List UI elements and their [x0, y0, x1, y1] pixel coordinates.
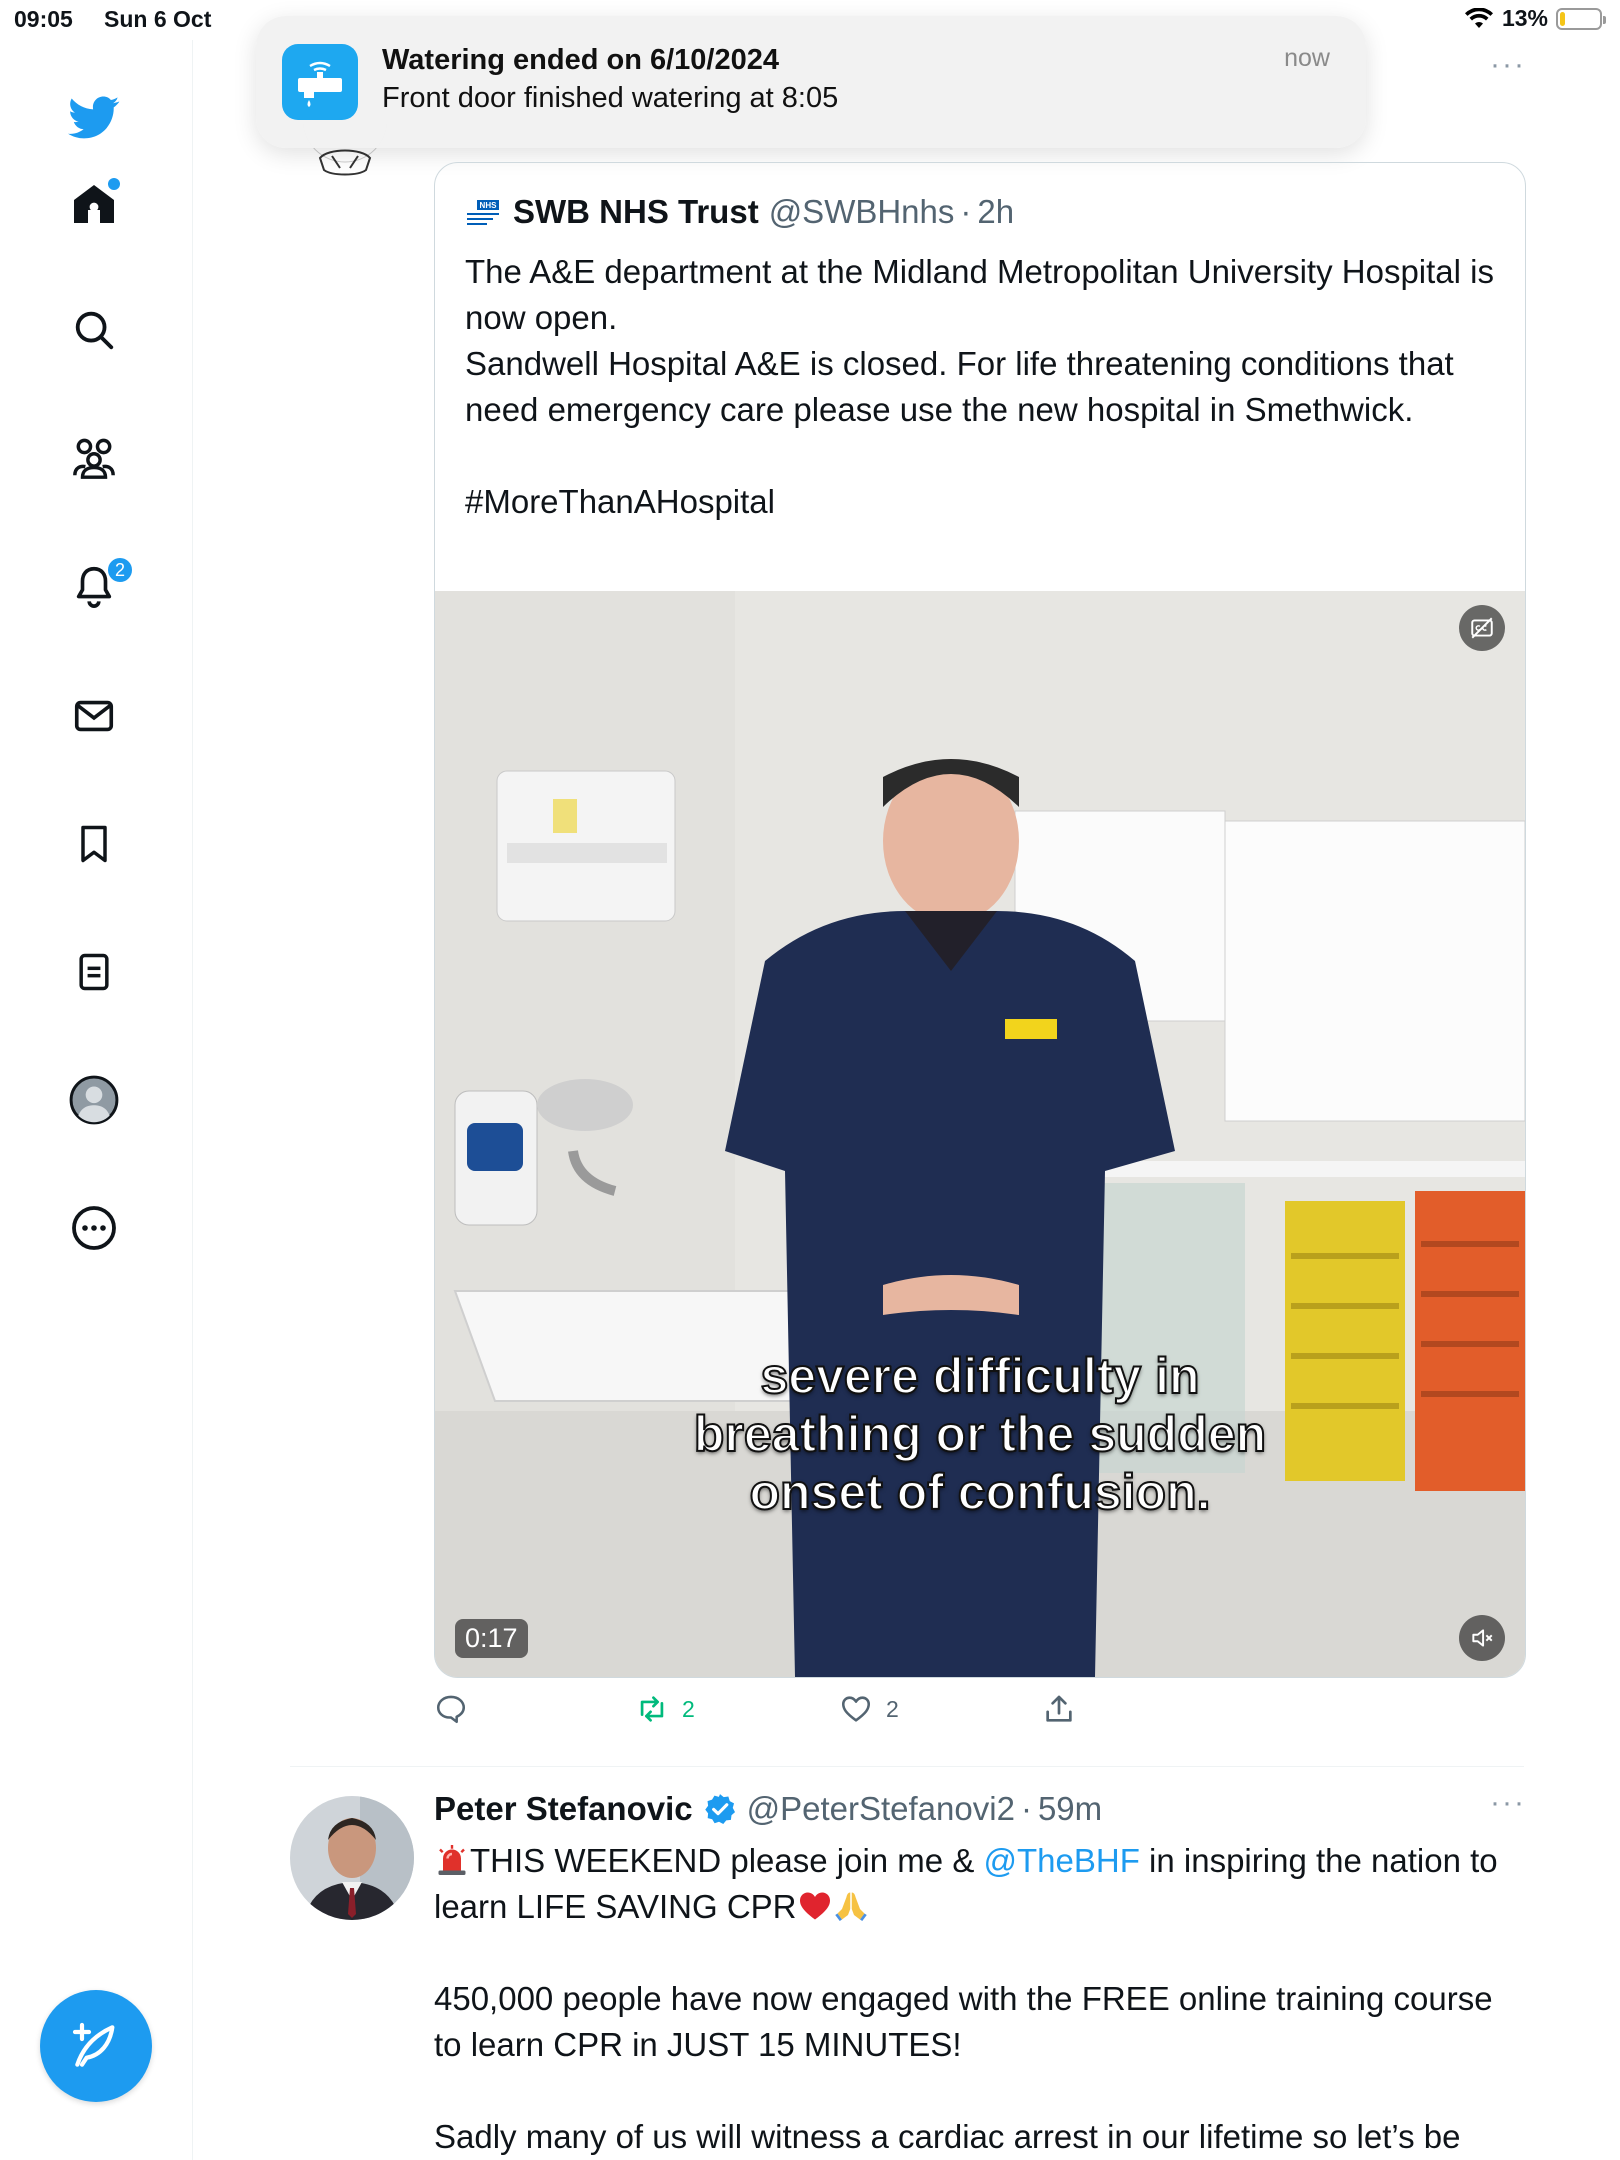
status-right: 13% — [1464, 5, 1606, 32]
battery-icon — [1556, 7, 1606, 30]
share-icon — [1046, 1695, 1072, 1722]
folded-hands-emoji-icon — [834, 1892, 867, 1921]
nav-bookmarks[interactable] — [66, 816, 122, 872]
nav-profile[interactable] — [66, 1072, 122, 1128]
video-caption: severe difficulty in breathing or the su… — [435, 1347, 1525, 1521]
notification-title: Watering ended on 6/10/2024 — [382, 44, 779, 76]
nav-search[interactable] — [66, 302, 122, 358]
rotating-light-emoji-icon — [438, 1845, 466, 1875]
lists-icon — [79, 953, 109, 991]
notifications-badge: 2 — [106, 556, 134, 584]
retweet-count: 2 — [682, 1695, 695, 1722]
twitter-logo-button[interactable] — [66, 90, 122, 146]
watering-app-icon — [282, 44, 358, 120]
messages-icon — [74, 700, 114, 732]
search-icon — [75, 311, 114, 350]
reply-button[interactable] — [434, 1692, 480, 1726]
mute-toggle-button[interactable] — [1459, 1615, 1505, 1661]
status-time: 09:05 — [14, 6, 73, 32]
battery-fill — [1560, 11, 1565, 26]
quoted-separator: · — [960, 193, 972, 230]
reply-icon — [436, 1695, 466, 1724]
nav-more[interactable] — [66, 1200, 122, 1256]
bookmarks-icon — [81, 825, 107, 863]
nhs-trust-logo-icon: NHS — [465, 194, 501, 230]
header-separator: · — [1020, 1790, 1032, 1827]
compose-tweet-button[interactable] — [40, 1990, 152, 2102]
quoted-author-handle[interactable]: @SWBHnhs — [769, 193, 955, 231]
notification-banner[interactable]: Watering ended on 6/10/2024 Front door f… — [256, 16, 1366, 148]
share-button[interactable] — [1042, 1692, 1076, 1726]
home-unread-dot — [108, 178, 120, 190]
retweet-icon — [640, 1696, 664, 1722]
tweet-header: Peter Stefanovic @PeterStefanovi2 · 59m — [434, 1790, 1102, 1828]
tweet-paragraph-2: 450,000 people have now engaged with the… — [434, 1980, 1493, 2063]
notification-body: Front door finished watering at 8:05 — [382, 82, 839, 114]
tweet-action-bar: 2 2 — [434, 1692, 1524, 1740]
retweet-button[interactable]: 2 — [634, 1692, 695, 1726]
previous-tweet-more-button[interactable]: ··· — [1490, 48, 1526, 82]
tweet-paragraph-3: Sadly many of us will witness a cardiac … — [434, 2118, 1461, 2155]
battery-percent: 13% — [1501, 5, 1548, 31]
tweet-text-part-1: THIS WEEKEND please join me & — [470, 1842, 984, 1879]
nav-lists[interactable] — [66, 944, 122, 1000]
muted-speaker-icon — [1472, 1629, 1493, 1647]
like-button[interactable]: 2 — [838, 1692, 899, 1726]
caption-line-2: breathing or the sudden — [693, 1405, 1267, 1463]
quoted-timestamp[interactable]: 2h — [977, 193, 1014, 231]
captions-off-icon — [1471, 617, 1493, 639]
notification-time: now — [1284, 44, 1330, 72]
tweet-timestamp[interactable]: 59m — [1038, 1790, 1102, 1828]
verified-badge-icon — [704, 1794, 735, 1825]
video-duration: 0:17 — [455, 1619, 528, 1658]
like-count: 2 — [886, 1695, 899, 1722]
tweet-paragraph-1: THIS WEEKEND please join me & @TheBHF in… — [434, 1838, 1524, 1930]
quoted-author-name[interactable]: SWB NHS Trust — [513, 193, 759, 231]
quoted-tweet-header: NHS SWB NHS Trust @SWBHnhs · 2h — [465, 193, 1014, 231]
more-icon — [72, 1206, 116, 1250]
nav-communities[interactable] — [66, 430, 122, 486]
nav-messages[interactable] — [66, 688, 122, 744]
status-date: Sun 6 Oct — [104, 6, 212, 32]
tweet-more-button[interactable]: ··· — [1490, 1786, 1526, 1820]
tweet-divider — [290, 1766, 1524, 1767]
twitter-bird-icon — [68, 96, 120, 139]
svg-text:NHS: NHS — [480, 201, 498, 210]
mention-link[interactable]: @TheBHF — [984, 1842, 1140, 1879]
nav-home[interactable] — [66, 176, 122, 232]
communities-icon — [73, 438, 115, 479]
sidebar: 2 — [0, 40, 193, 2160]
quoted-tweet-text: The A&E department at the Midland Metrop… — [465, 253, 1494, 520]
heart-icon — [841, 1696, 871, 1722]
caption-line-1: severe difficulty in — [759, 1347, 1200, 1405]
video-player[interactable]: severe difficulty in breathing or the su… — [435, 591, 1525, 1677]
author-avatar[interactable] — [290, 1796, 414, 1920]
quoted-tweet-card[interactable]: NHS SWB NHS Trust @SWBHnhs · 2h The A&E … — [434, 162, 1526, 1678]
wifi-icon — [1464, 7, 1493, 28]
author-handle[interactable]: @PeterStefanovi2 — [747, 1790, 1015, 1828]
tweet-text: THIS WEEKEND please join me & @TheBHF in… — [434, 1838, 1524, 2160]
nav-notifications[interactable]: 2 — [66, 556, 134, 614]
compose-icon — [72, 2022, 115, 2067]
profile-icon — [69, 1075, 119, 1125]
caption-line-3: onset of confusion. — [748, 1463, 1211, 1521]
author-name[interactable]: Peter Stefanovic — [434, 1790, 693, 1828]
red-heart-emoji-icon — [799, 1892, 830, 1920]
captions-toggle-button[interactable] — [1459, 605, 1505, 651]
